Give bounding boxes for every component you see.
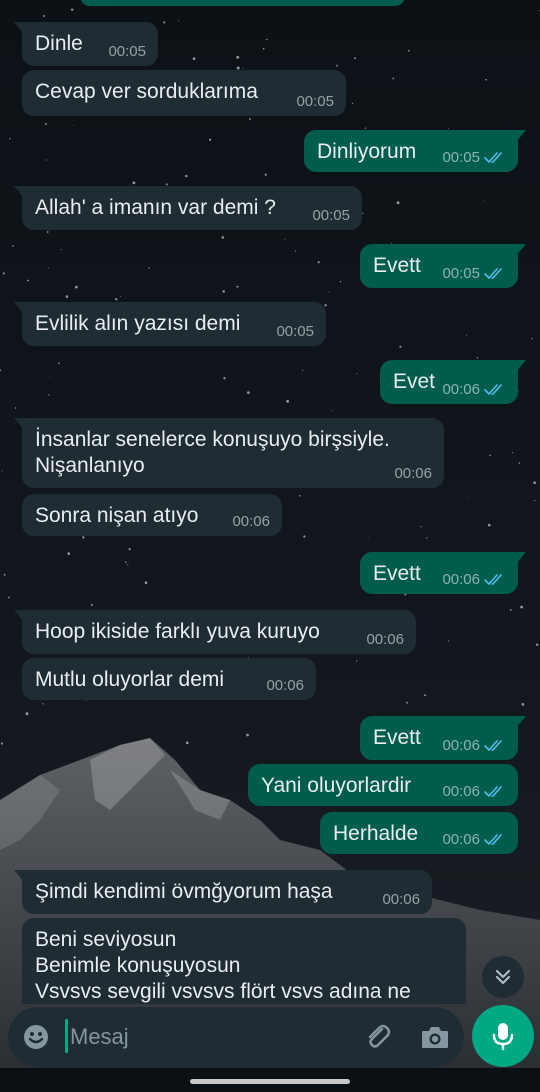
message-text: Evlilik alın yazısı demi — [35, 312, 241, 335]
double-check-icon — [484, 267, 502, 279]
message-time: 00:06 — [442, 783, 480, 800]
outgoing-message[interactable]: Evett 00:06 — [360, 716, 526, 760]
double-check-icon — [484, 833, 502, 845]
incoming-message[interactable]: Hoop ikiside farklı yuva kuruyo 00:06 — [14, 610, 416, 654]
message-meta: 00:06 — [442, 381, 506, 398]
incoming-message[interactable]: Cevap ver sorduklarıma 00:05 — [22, 70, 346, 116]
message-time: 00:06 — [266, 677, 304, 694]
bubble-tail — [14, 302, 24, 314]
emoji-icon[interactable] — [22, 1023, 50, 1051]
outgoing-message[interactable]: Evet 00:06 — [380, 360, 526, 404]
message-text: Cevap ver sorduklarıma — [35, 80, 258, 103]
bubble-tail — [14, 610, 24, 622]
message-time: 00:05 — [442, 149, 480, 166]
camera-icon[interactable] — [420, 1022, 450, 1052]
incoming-message[interactable]: Evlilik alın yazısı demi 00:05 — [14, 302, 326, 346]
message-meta: 00:06 — [394, 465, 432, 482]
message-input[interactable] — [70, 1023, 340, 1051]
message-meta: 00:05 — [442, 149, 506, 166]
message-text: Allah' a imanın var demi ? — [35, 196, 276, 219]
double-check-icon — [484, 151, 502, 163]
bubble-tail — [14, 418, 24, 430]
bubble-tail — [14, 186, 24, 198]
message-time: 00:06 — [366, 631, 404, 648]
message-text: Dinliyorum — [317, 140, 417, 163]
bubble-tail — [14, 22, 24, 34]
outgoing-message[interactable]: Dinliyorum 00:05 — [304, 130, 526, 172]
bubble-tail — [14, 870, 24, 882]
bubble-tail — [516, 130, 526, 142]
double-check-icon — [484, 573, 502, 585]
message-time: 00:05 — [296, 93, 334, 110]
home-indicator[interactable] — [190, 1079, 350, 1084]
message-meta: 00:06 — [232, 513, 270, 530]
message-time: 00:06 — [232, 513, 270, 530]
incoming-message[interactable]: Allah' a imanın var demi ? 00:05 — [14, 186, 362, 230]
message-text: Beni seviyosun Benimle konuşuyosun Vsvsv… — [35, 928, 411, 1003]
outgoing-message[interactable]: Yani oluyorlardir 00:06 — [248, 764, 518, 806]
system-navigation-bar — [0, 1068, 540, 1092]
incoming-message[interactable]: Beni seviyosun Benimle konuşuyosun Vsvsv… — [22, 918, 466, 1004]
scroll-to-bottom-button[interactable] — [482, 956, 524, 998]
bubble-tail — [516, 552, 526, 564]
outgoing-message[interactable]: Evett 00:05 — [360, 244, 526, 288]
message-meta: 00:05 — [108, 43, 146, 60]
message-time: 00:06 — [442, 831, 480, 848]
message-text: Dinle — [35, 32, 83, 55]
message-meta: 00:06 — [442, 783, 506, 800]
bubble-tail — [516, 716, 526, 728]
bubble-tail — [516, 360, 526, 372]
message-text: Şimdi kendimi övmğyorum haşa — [35, 880, 333, 903]
microphone-icon — [492, 1023, 514, 1051]
message-text: Hoop ikiside farklı yuva kuruyo — [35, 620, 320, 643]
message-meta: 00:05 — [276, 323, 314, 340]
incoming-message[interactable]: Mutlu oluyorlar demi 00:06 — [22, 658, 316, 700]
message-time: 00:05 — [312, 207, 350, 224]
message-text: Evett — [373, 726, 421, 749]
message-meta: 00:06 — [266, 677, 304, 694]
message-time: 00:05 — [276, 323, 314, 340]
double-check-icon — [484, 383, 502, 395]
message-meta: 00:05 — [442, 265, 506, 282]
message-time: 00:06 — [442, 737, 480, 754]
message-time: 00:06 — [394, 465, 432, 482]
message-meta: 00:06 — [382, 891, 420, 908]
message-meta: 00:06 — [366, 631, 404, 648]
message-text: Sonra nişan atıyo — [35, 504, 199, 527]
message-time: 00:05 — [442, 265, 480, 282]
text-cursor — [65, 1019, 68, 1053]
paperclip-icon[interactable] — [362, 1021, 392, 1051]
message-text: Evett — [373, 254, 421, 277]
previous-message-bubble — [80, 0, 405, 6]
outgoing-message[interactable]: Evett 00:06 — [360, 552, 526, 594]
message-meta: 00:05 — [296, 93, 334, 110]
message-meta: 00:06 — [442, 831, 506, 848]
incoming-message[interactable]: Sonra nişan atıyo 00:06 — [22, 494, 282, 536]
message-text: Evett — [373, 562, 421, 585]
bubble-tail — [516, 244, 526, 256]
message-time: 00:06 — [442, 381, 480, 398]
message-meta: 00:06 — [442, 737, 506, 754]
message-time: 00:06 — [442, 571, 480, 588]
message-text: Herhalde — [333, 822, 419, 845]
message-list[interactable]: Dinle 00:05 Cevap ver sorduklarıma 00:05 Din… — [0, 0, 540, 1004]
message-text: Yani oluyorlardir — [261, 774, 412, 797]
message-composer — [8, 1007, 464, 1067]
incoming-message[interactable]: Dinle 00:05 — [14, 22, 158, 66]
incoming-message[interactable]: Şimdi kendimi övmğyorum haşa 00:06 — [14, 870, 432, 914]
double-check-icon — [484, 739, 502, 751]
message-text: Evet — [393, 370, 436, 393]
message-text: İnsanlar senelerce konuşuyo birşsiyle. N… — [35, 428, 390, 477]
message-meta: 00:05 — [312, 207, 350, 224]
outgoing-message[interactable]: Herhalde 00:06 — [320, 812, 518, 854]
message-text: Mutlu oluyorlar demi — [35, 668, 225, 691]
incoming-message[interactable]: İnsanlar senelerce konuşuyo birşsiyle. N… — [14, 418, 444, 488]
message-meta: 00:06 — [442, 571, 506, 588]
double-chevron-down-icon — [495, 969, 511, 985]
double-check-icon — [484, 785, 502, 797]
voice-record-button[interactable] — [472, 1005, 534, 1067]
message-time: 00:05 — [108, 43, 146, 60]
message-time: 00:06 — [382, 891, 420, 908]
